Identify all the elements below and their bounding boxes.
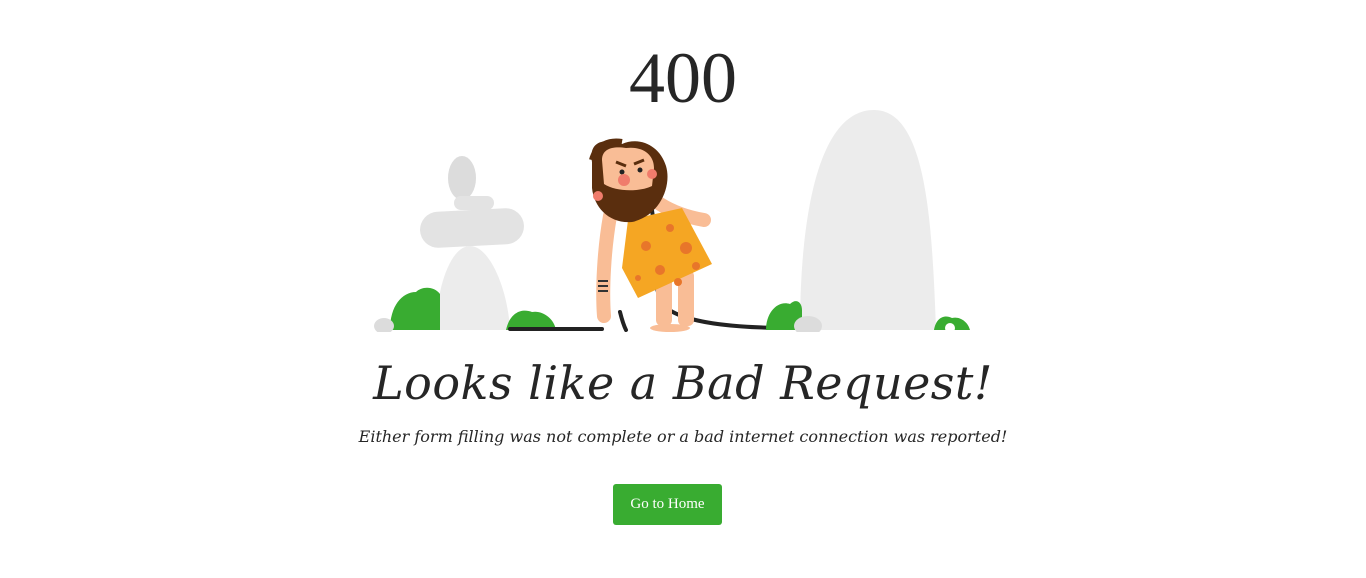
error-page: 400 Looks like a Bad Request! Either for… [0, 0, 1366, 578]
go-to-home-button[interactable]: Go to Home [613, 484, 722, 525]
right-stone [766, 110, 970, 332]
error-headline: Looks like a Bad Request! [373, 356, 993, 410]
error-message: Either form filling was not complete or … [358, 427, 1008, 446]
caveman-figure [589, 138, 712, 332]
caveman-illustration [374, 110, 970, 332]
